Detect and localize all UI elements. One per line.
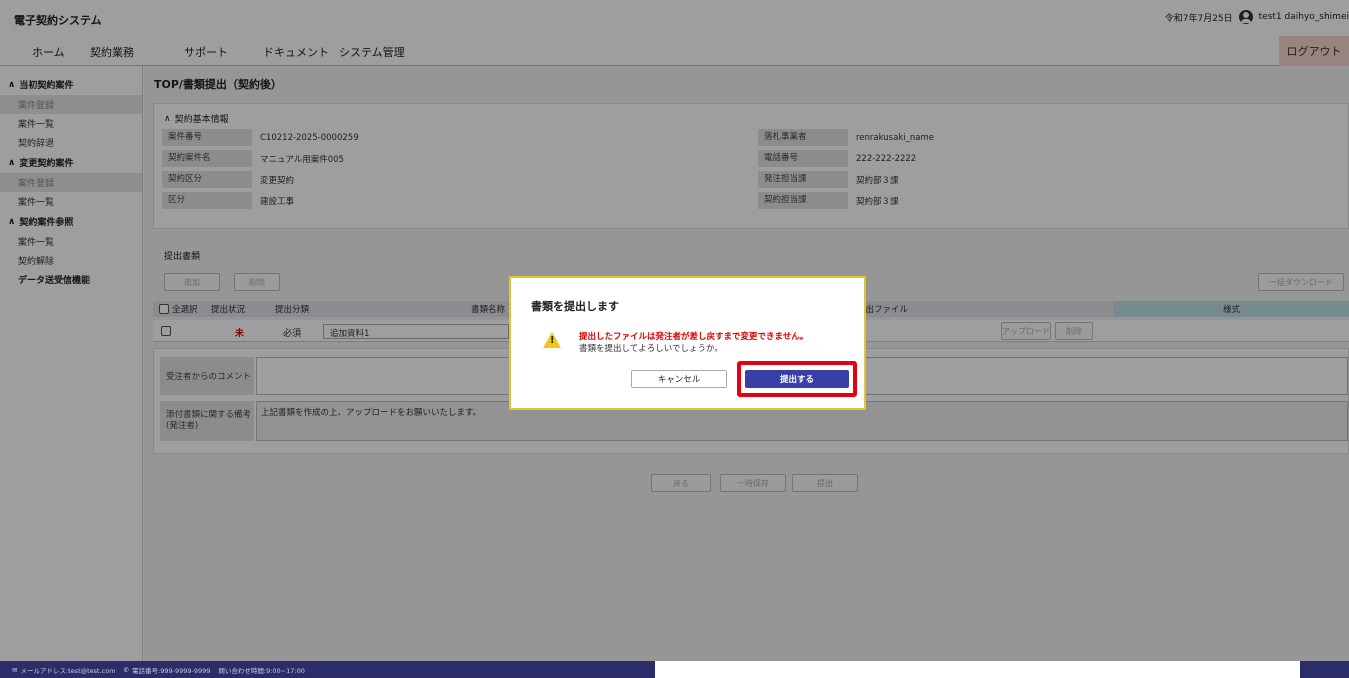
warning-icon: !: [543, 332, 561, 348]
footer-email: メールアドレス:test@test.com: [20, 666, 116, 675]
phone-icon: ✆: [123, 665, 130, 674]
dialog-warning-text: 提出したファイルは発注者が差し戻すまで変更できません。: [579, 332, 809, 342]
footer-hours: 問い合わせ時間:9:00~17:00: [218, 666, 305, 675]
dialog-message: 書類を提出してよろしいでしょうか。: [579, 344, 723, 354]
mail-icon: ✉: [12, 665, 18, 674]
dialog-title: 書類を提出します: [531, 300, 619, 313]
submit-confirm-dialog: 書類を提出します ! 提出したファイルは発注者が差し戻すまで変更できません。 書…: [509, 276, 866, 410]
footer-blank-area: [655, 661, 1300, 678]
cancel-button[interactable]: キャンセル: [631, 370, 727, 388]
confirm-submit-button[interactable]: 提出する: [745, 370, 849, 388]
footer-phone: 電話番号:999-9999-9999: [132, 666, 211, 675]
